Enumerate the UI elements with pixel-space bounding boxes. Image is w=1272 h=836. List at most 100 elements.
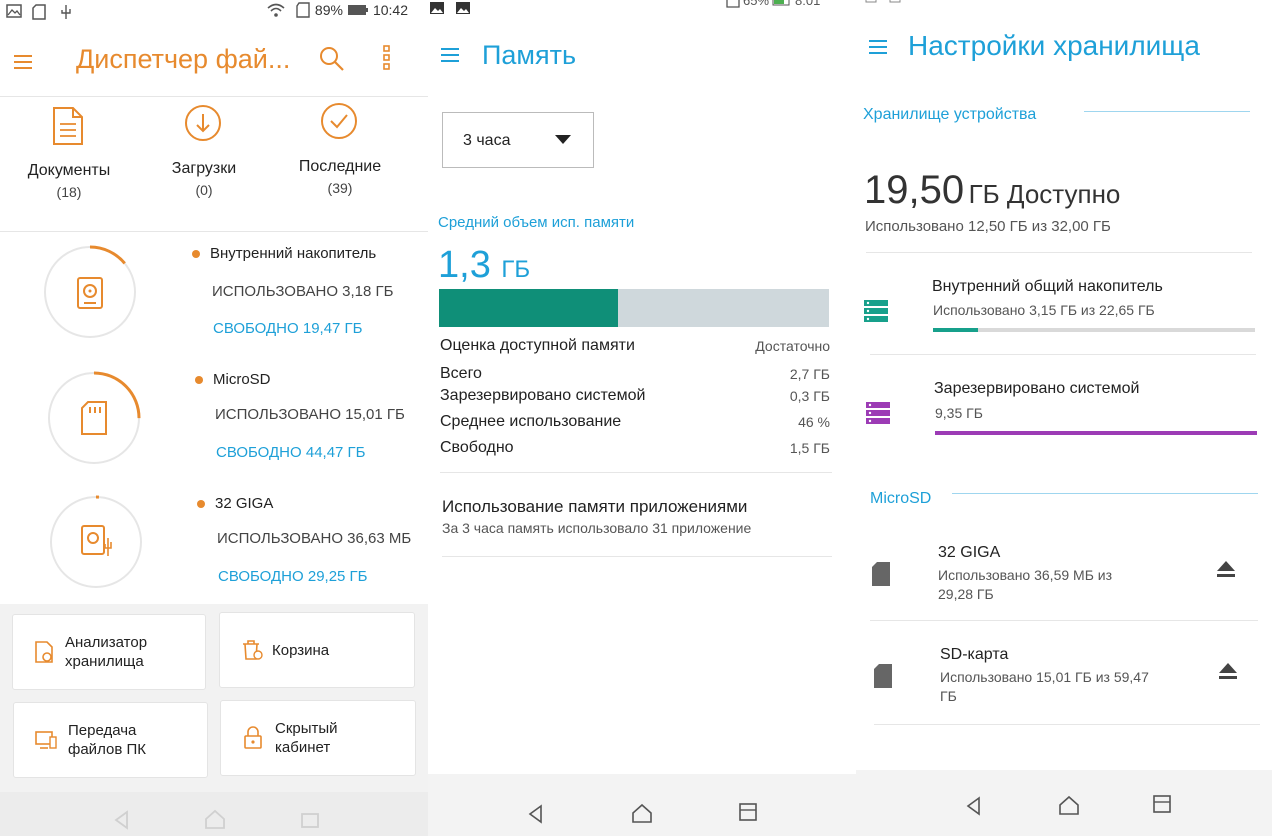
pc-transfer-icon [34,729,58,751]
categories-divider [0,231,428,232]
menu-icon[interactable] [12,52,34,72]
recents-icon[interactable] [300,810,320,830]
section-label: Средний объем исп. памяти [438,214,635,231]
eject-icon[interactable] [1218,662,1238,680]
sim-icon [726,0,740,8]
home-icon[interactable] [631,802,653,824]
back-icon[interactable] [526,804,546,824]
row-label: Свободно [440,439,514,456]
available-unit: ГБ Доступно [968,179,1121,209]
sd-card-icon [872,562,890,586]
avg-unit: ГБ [501,256,531,283]
sd-item-32giga[interactable]: 32 GIGA Использовано 36,59 МБ из 29,28 Г… [856,530,1272,616]
row-value: Достаточно [755,338,830,354]
eject-icon[interactable] [1216,560,1236,578]
recents-icon[interactable] [738,802,758,822]
status-time: 8:01 [795,0,821,8]
download-icon [184,104,222,142]
microsd-section: MicroSD [870,490,932,507]
storage-progress-fill [935,431,1257,435]
status-icons [864,0,924,6]
section-line [1084,111,1250,112]
sd-item-detail: Использовано 36,59 МБ из 29,28 ГБ [938,567,1113,602]
tool-label: Анализатор хранилища [65,634,148,670]
picture-icon [456,2,470,14]
list-divider [870,620,1258,621]
row-value: 1,5 ГБ [789,440,830,456]
back-icon[interactable] [112,810,132,830]
category-count: (18) [56,184,82,200]
category-count: (39) [327,180,353,196]
used-summary: Использовано 12,50 ГБ из 32,00 ГБ [865,218,1111,235]
storage-list-icon [866,402,890,424]
home-icon[interactable] [204,808,226,830]
hidden-cabinet-button[interactable]: Скрытый кабинет [220,700,416,776]
list-divider [874,724,1260,725]
memory-row: Среднее использование 46 % [440,410,830,434]
battery-percent: 89% [314,2,343,18]
storage-dot [197,500,205,509]
memory-row: Свободно 1,5 ГБ [440,436,830,460]
storage-used: ИСПОЛЬЗОВАНО 15,01 ГБ [215,406,405,423]
row-label: Среднее использование [440,413,622,430]
tool-label: Корзина [272,641,330,659]
list-divider [870,354,1256,355]
storage-dot [195,376,203,385]
memory-screen: 65% 8:01 Память 3 часа Средний объем исп… [428,0,856,836]
status-time: 10:42 [372,2,408,18]
category-label: Загрузки [171,160,237,177]
category-recent[interactable]: Последние (39) [280,158,400,196]
memory-usage-fill [439,289,619,327]
storage-progress-fill [933,328,979,332]
lock-icon [243,726,263,750]
storage-free: СВОБОДНО 29,25 ГБ [218,568,368,585]
picture-icon [430,2,444,14]
available-storage: 19,50 ГБ Доступно [864,168,1120,213]
storage-item-microsd[interactable]: MicroSD [195,371,271,388]
menu-icon[interactable] [440,46,460,64]
status-bar: 65% 8:01 [428,0,856,18]
recents-icon[interactable] [1152,794,1172,814]
sd-item-detail: Использовано 15,01 ГБ из 59,47 ГБ [940,669,1149,704]
home-icon[interactable] [1058,794,1080,816]
file-manager-screen: 89% 10:42 Диспетчер фай... Документы (18… [0,0,428,836]
period-dropdown[interactable]: 3 часа [442,112,594,168]
section-line [952,493,1258,494]
storage-analyzer-button[interactable]: Анализатор хранилища [12,614,206,690]
dropdown-value: 3 часа [463,132,511,149]
row-value: 0,3 ГБ [789,388,830,404]
more-options-icon[interactable] [383,45,391,71]
storage-name: 32 GIGA [215,495,274,512]
storage-item-32giga[interactable]: 32 GIGA [197,495,273,512]
apps-memory-item[interactable]: Использование памяти приложениями За 3 ч… [428,480,838,552]
sd-card-status-icon [32,4,46,20]
search-icon[interactable] [318,45,346,73]
storage-item-name: Внутренний общий накопитель [932,278,1163,295]
picture-icon [6,4,22,18]
avg-memory-value: 1,3 ГБ [438,244,530,287]
battery-icon [772,0,792,6]
navigation-bar [856,770,1272,836]
category-label: Документы [27,162,111,179]
menu-icon[interactable] [868,38,888,56]
system-reserved-item[interactable]: Зарезервировано системой 9,35 ГБ [856,358,1272,454]
storage-item-name: Зарезервировано системой [934,380,1140,397]
avg-value: 1,3 [438,244,491,286]
list-divider [442,556,832,557]
back-icon[interactable] [964,796,984,816]
apps-memory-subtitle: За 3 часа память использовало 31 приложе… [442,520,752,536]
category-downloads[interactable]: Загрузки (0) [144,160,264,198]
category-documents[interactable]: Документы (18) [9,162,129,200]
usb-drive-icon [80,524,114,558]
storage-progress [935,431,1257,435]
pc-transfer-button[interactable]: Передача файлов ПК [13,702,208,778]
internal-storage-item[interactable]: Внутренний общий накопитель Использовано… [856,256,1266,352]
check-circle-icon [320,102,358,140]
sd-item-sd-card[interactable]: SD-карта Использовано 15,01 ГБ из 59,47 … [856,632,1272,718]
trash-button[interactable]: Корзина [219,612,415,688]
storage-name: MicroSD [213,371,271,388]
row-label: Зарезервировано системой [440,387,646,404]
storage-item-internal[interactable]: Внутренний накопитель [192,245,376,262]
category-count: (0) [195,182,213,198]
header-divider [0,96,428,97]
